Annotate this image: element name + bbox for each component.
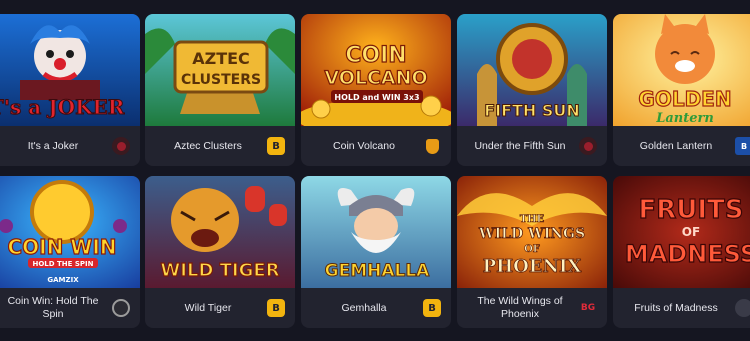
svg-text:WILD TIGER: WILD TIGER bbox=[160, 260, 279, 281]
game-title: Under the Fifth Sun bbox=[474, 139, 566, 152]
game-thumbnail[interactable]: IT's a JOKER bbox=[0, 14, 140, 126]
game-thumbnail[interactable]: WILD TIGER bbox=[145, 176, 295, 288]
provider-red-badge-icon bbox=[112, 137, 130, 155]
game-title: Fruits of Madness bbox=[634, 301, 718, 314]
svg-text:MADNESS: MADNESS bbox=[625, 240, 750, 268]
game-title: Gemhalla bbox=[341, 301, 387, 314]
game-thumbnail[interactable]: COIN VOLCANO HOLD and WIN 3x3 bbox=[301, 14, 451, 126]
provider-bg-badge-icon: BG bbox=[580, 303, 596, 313]
svg-text:COIN: COIN bbox=[345, 43, 406, 68]
svg-text:FRUITS: FRUITS bbox=[638, 195, 743, 225]
svg-text:WILD WINGS: WILD WINGS bbox=[478, 226, 585, 242]
game-title: Coin Win: Hold The Spin bbox=[7, 295, 99, 320]
svg-text:GAMZIX: GAMZIX bbox=[47, 276, 79, 284]
game-card-under-the-fifth-sun[interactable]: FIFTH SUN Under the Fifth Sun bbox=[457, 14, 607, 166]
game-title: Coin Volcano bbox=[333, 139, 395, 152]
game-card-coin-win-hold-the-spin[interactable]: COIN WIN HOLD THE SPIN GAMZIX Coin Win: … bbox=[0, 176, 140, 328]
game-thumbnail[interactable]: FIFTH SUN bbox=[457, 14, 607, 126]
svg-text:CLUSTERS: CLUSTERS bbox=[181, 72, 261, 88]
game-thumbnail[interactable]: FRUITS OF MADNESS bbox=[613, 176, 750, 288]
svg-text:GEMHALLA: GEMHALLA bbox=[325, 261, 431, 281]
provider-circle-icon bbox=[112, 299, 130, 317]
svg-text:VOLCANO: VOLCANO bbox=[324, 67, 427, 89]
game-title: Wild Tiger bbox=[184, 301, 232, 314]
svg-text:OF: OF bbox=[682, 225, 700, 239]
svg-text:OF: OF bbox=[524, 244, 540, 255]
art-title: IT's a JOKER bbox=[0, 95, 125, 119]
svg-text:GOLDEN: GOLDEN bbox=[638, 87, 731, 111]
provider-b-badge-icon: B bbox=[267, 299, 285, 317]
svg-text:PHOENIX: PHOENIX bbox=[483, 256, 582, 277]
game-thumbnail[interactable]: GEMHALLA bbox=[301, 176, 451, 288]
svg-text:HOLD THE SPIN: HOLD THE SPIN bbox=[32, 260, 93, 268]
svg-text:HOLD and WIN 3x3: HOLD and WIN 3x3 bbox=[334, 93, 419, 102]
game-thumbnail[interactable]: THE WILD WINGS OF PHOENIX bbox=[457, 176, 607, 288]
provider-blue-badge-icon: B bbox=[735, 137, 750, 155]
game-thumbnail[interactable]: AZTEC CLUSTERS bbox=[145, 14, 295, 126]
game-title: Aztec Clusters bbox=[174, 139, 242, 152]
game-card-fruits-of-madness[interactable]: FRUITS OF MADNESS Fruits of Madness bbox=[613, 176, 750, 328]
svg-text:THE: THE bbox=[520, 214, 545, 225]
game-title: It's a Joker bbox=[27, 139, 79, 152]
game-card-wild-tiger[interactable]: WILD TIGER Wild Tiger B bbox=[145, 176, 295, 328]
svg-text:AZTEC: AZTEC bbox=[192, 49, 250, 68]
game-card-its-a-joker[interactable]: IT's a JOKER It's a Joker bbox=[0, 14, 140, 166]
svg-text:COIN WIN: COIN WIN bbox=[7, 235, 116, 259]
game-card-gemhalla[interactable]: GEMHALLA Gemhalla B bbox=[301, 176, 451, 328]
provider-red-badge-icon bbox=[579, 137, 597, 155]
svg-text:Lantern: Lantern bbox=[655, 111, 714, 126]
game-card-coin-volcano[interactable]: COIN VOLCANO HOLD and WIN 3x3 Coin Volca… bbox=[301, 14, 451, 166]
provider-shield-icon bbox=[423, 137, 441, 155]
game-thumbnail[interactable]: GOLDEN Lantern bbox=[613, 14, 750, 126]
game-title: Golden Lantern bbox=[639, 139, 713, 152]
svg-text:FIFTH SUN: FIFTH SUN bbox=[484, 101, 580, 120]
game-card-aztec-clusters[interactable]: AZTEC CLUSTERS Aztec Clusters B bbox=[145, 14, 295, 166]
game-title: The Wild Wings of Phoenix bbox=[477, 295, 563, 320]
provider-b-badge-icon: B bbox=[267, 137, 285, 155]
provider-grey-badge-icon bbox=[735, 299, 750, 317]
game-card-golden-lantern[interactable]: GOLDEN Lantern Golden Lantern B bbox=[613, 14, 750, 166]
game-card-the-wild-wings-of-phoenix[interactable]: THE WILD WINGS OF PHOENIX The Wild Wings… bbox=[457, 176, 607, 328]
game-thumbnail[interactable]: COIN WIN HOLD THE SPIN GAMZIX bbox=[0, 176, 140, 288]
provider-b-badge-icon: B bbox=[423, 299, 441, 317]
